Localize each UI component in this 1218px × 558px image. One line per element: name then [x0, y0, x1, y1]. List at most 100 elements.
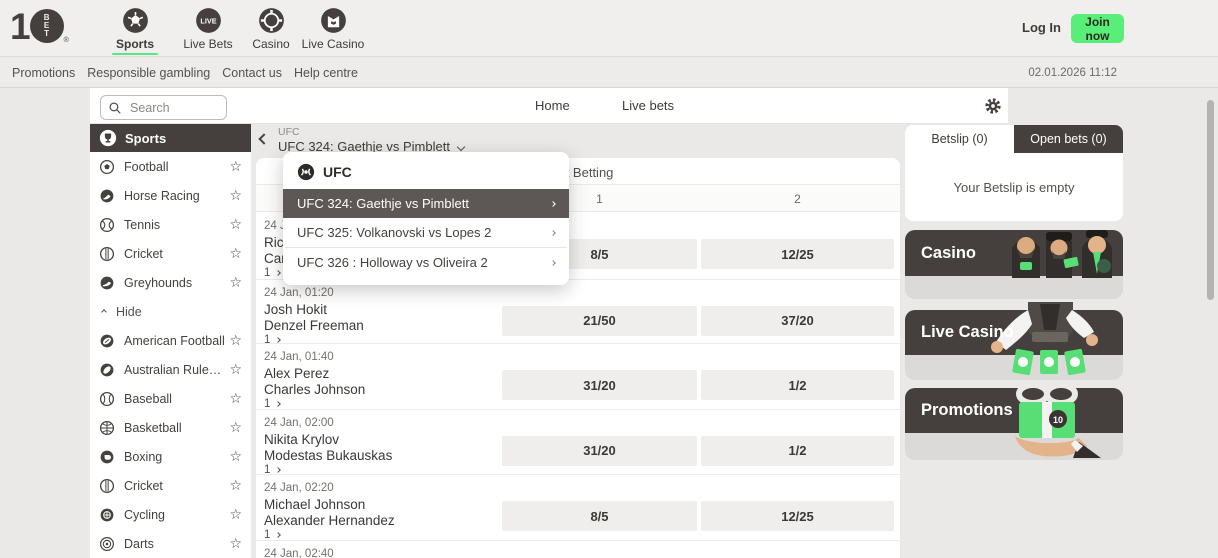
- sidebar-item-greyhounds[interactable]: Greyhounds ☆: [90, 268, 251, 297]
- favorite-star-icon[interactable]: ☆: [229, 448, 242, 465]
- odds-button-fighter1[interactable]: 21/50: [502, 305, 697, 336]
- sidebar-item-baseball[interactable]: Baseball ☆: [90, 384, 251, 413]
- sports-icon: [122, 8, 148, 33]
- favorite-star-icon[interactable]: ☆: [229, 187, 242, 204]
- betslip-tabs: Betslip (0) Open bets (0): [905, 125, 1123, 153]
- greyhound-icon: [100, 276, 114, 289]
- fighter2-name: Charles Johnson: [264, 382, 366, 397]
- chevron-down-icon: [456, 142, 466, 151]
- active-tab-underline: [112, 53, 158, 55]
- tab-open-bets[interactable]: Open bets (0): [1014, 125, 1123, 153]
- more-markets-link[interactable]: 1: [264, 529, 282, 541]
- help-centre-link[interactable]: Help centre: [294, 66, 358, 80]
- odds-button-fighter2[interactable]: 1/2: [701, 370, 894, 400]
- odds-button-fighter1[interactable]: 31/20: [502, 435, 697, 466]
- favorite-star-icon[interactable]: ☆: [229, 506, 242, 523]
- registered-mark: ®: [63, 37, 69, 44]
- sports-sidebar: Sports Football ☆ Horse Racing ☆ Tennis …: [90, 124, 251, 558]
- fight-row: 24 Jan, 01:40 Alex Perez Charles Johnson…: [256, 344, 900, 410]
- tab-betslip[interactable]: Betslip (0): [905, 125, 1014, 153]
- casino-illustration: [1012, 230, 1112, 278]
- sidebar-item-darts[interactable]: Darts ☆: [90, 529, 251, 558]
- chevron-right-icon: [275, 466, 282, 473]
- favorite-star-icon[interactable]: ☆: [229, 390, 242, 407]
- favorite-star-icon[interactable]: ☆: [229, 274, 242, 291]
- logo-number: 1: [10, 6, 31, 47]
- search-input[interactable]: [128, 99, 218, 116]
- sidebar-title: Sports: [125, 130, 167, 146]
- logo-bet-text: BET: [43, 13, 50, 38]
- live-bets-link[interactable]: Live bets: [622, 98, 674, 113]
- favorite-star-icon[interactable]: ☆: [229, 245, 242, 262]
- fight-date: 24 Jan, 01:40: [264, 351, 334, 363]
- gear-icon[interactable]: [983, 96, 1003, 116]
- sidebar-item-tennis[interactable]: Tennis ☆: [90, 210, 251, 239]
- hide-sports-toggle[interactable]: Hide: [90, 297, 251, 326]
- odds-button-fighter2[interactable]: 12/25: [701, 501, 894, 531]
- favorite-star-icon[interactable]: ☆: [229, 535, 242, 552]
- favorite-star-icon[interactable]: ☆: [229, 361, 242, 378]
- secondary-nav: Promotions Responsible gambling Contact …: [0, 58, 1218, 88]
- betslip-panel: Your Betslip is empty: [905, 153, 1123, 221]
- favorite-star-icon[interactable]: ☆: [229, 477, 242, 494]
- sidebar-item-cricket-2[interactable]: Cricket ☆: [90, 471, 251, 500]
- australian-rules-icon: [100, 363, 114, 376]
- favorite-star-icon[interactable]: ☆: [229, 216, 242, 233]
- darts-icon: [100, 536, 114, 551]
- favorite-star-icon[interactable]: ☆: [229, 158, 242, 175]
- log-in-button[interactable]: Log In: [1022, 20, 1061, 35]
- live-casino-icon: [320, 8, 346, 33]
- dropdown-option[interactable]: UFC 325: Volkanovski vs Lopes 2: [283, 218, 569, 247]
- sidebar-item-australian-rules[interactable]: Australian Rules Football ☆: [90, 355, 251, 384]
- promotions-link[interactable]: Promotions: [12, 66, 75, 80]
- fighter2-name: Alexander Hernandez: [264, 513, 395, 528]
- join-now-button[interactable]: Join now: [1071, 14, 1124, 43]
- sidebar-item-boxing[interactable]: Boxing ☆: [90, 442, 251, 471]
- nav-casino[interactable]: Casino: [249, 7, 293, 51]
- favorite-star-icon[interactable]: ☆: [229, 419, 242, 436]
- basketball-icon: [99, 420, 115, 435]
- odds-button-fighter2[interactable]: 12/25: [701, 239, 894, 269]
- sidebar-item-horse-racing[interactable]: Horse Racing ☆: [90, 181, 251, 210]
- fight-row: 24 Jan, 02:00 Nikita Krylov Modestas Buk…: [256, 410, 900, 476]
- back-chevron-icon[interactable]: [258, 133, 270, 145]
- dropdown-option-selected[interactable]: UFC 324: Gaethje vs Pimblett: [283, 189, 569, 218]
- favorite-star-icon[interactable]: ☆: [229, 332, 242, 349]
- live-casino-banner[interactable]: Live Casino: [905, 302, 1123, 380]
- sidebar-item-american-football[interactable]: American Football ☆: [90, 326, 251, 355]
- nav-live-casino-label: Live Casino: [301, 37, 365, 51]
- page: 1 BET ® Sports LIVE Live Bets Casino Liv…: [0, 0, 1218, 558]
- responsible-gambling-link[interactable]: Responsible gambling: [87, 66, 210, 80]
- banner-label: Promotions: [921, 401, 1013, 419]
- fighter1-name: Nikita Krylov: [264, 431, 340, 447]
- search-box[interactable]: [100, 95, 227, 120]
- american-football-icon: [100, 334, 114, 347]
- toolbar: Home Live bets: [90, 88, 1008, 124]
- more-markets-link[interactable]: 1: [264, 398, 282, 410]
- nav-live-bets[interactable]: LIVE Live Bets: [179, 7, 237, 51]
- more-markets-link[interactable]: 1: [264, 267, 282, 279]
- odds-button-fighter1[interactable]: 8/5: [502, 501, 697, 531]
- odds-button-fighter1[interactable]: 31/20: [502, 370, 697, 400]
- nav-live-casino[interactable]: Live Casino: [302, 7, 364, 51]
- sidebar-item-cycling[interactable]: Cycling ☆: [90, 500, 251, 529]
- sidebar-item-football[interactable]: Football ☆: [90, 152, 251, 181]
- tenbet-logo[interactable]: 1 BET ®: [10, 6, 69, 47]
- chevron-right-icon: [275, 401, 282, 407]
- more-markets-link[interactable]: 1: [264, 464, 282, 476]
- breadcrumb-category: UFC: [278, 126, 300, 138]
- odds-button-fighter2[interactable]: 1/2: [701, 435, 894, 466]
- home-link[interactable]: Home: [535, 98, 570, 113]
- nav-sports[interactable]: Sports: [112, 7, 158, 55]
- vertical-scrollbar[interactable]: [1207, 100, 1214, 300]
- casino-banner[interactable]: Casino: [905, 230, 1123, 299]
- contact-us-link[interactable]: Contact us: [222, 66, 282, 80]
- promotions-banner[interactable]: 10 Promotions: [905, 382, 1123, 460]
- cricket-icon: [99, 478, 115, 493]
- fighter1-name: Josh Hokit: [264, 301, 328, 317]
- odds-button-fighter2[interactable]: 37/20: [701, 305, 894, 336]
- dropdown-option[interactable]: UFC 326 : Holloway vs Oliveira 2: [283, 248, 569, 277]
- sidebar-item-cricket[interactable]: Cricket ☆: [90, 239, 251, 268]
- sidebar-item-basketball[interactable]: Basketball ☆: [90, 413, 251, 442]
- nav-casino-label: Casino: [252, 37, 290, 51]
